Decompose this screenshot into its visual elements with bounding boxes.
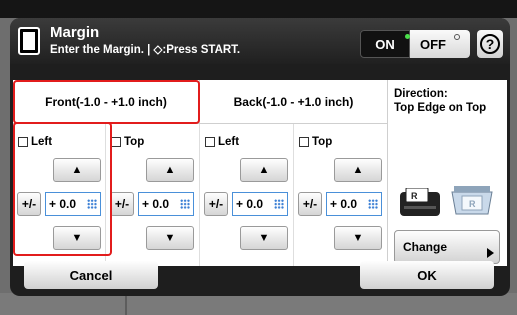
front-left-value: + 0.0 xyxy=(49,197,77,211)
front-top-down-button[interactable]: ▼ xyxy=(146,226,194,250)
margin-dialog: Margin Enter the Margin. | ◇:Press START… xyxy=(10,18,510,296)
dialog-header: Margin Enter the Margin. | ◇:Press START… xyxy=(10,18,510,64)
front-left-label: Left xyxy=(31,136,53,148)
change-label: Change xyxy=(403,240,448,254)
ok-button[interactable]: OK xyxy=(360,261,494,289)
back-left-value-field[interactable]: + 0.0 xyxy=(232,192,288,216)
front-left-up-button[interactable]: ▲ xyxy=(53,158,101,182)
up-arrow-icon: ▲ xyxy=(352,164,364,176)
back-left-plus-minus-button[interactable]: +/- xyxy=(204,192,228,216)
cancel-button[interactable]: Cancel xyxy=(24,261,158,289)
front-top-checkbox[interactable] xyxy=(111,137,121,147)
direction-title: Direction: xyxy=(394,88,448,100)
plus-minus-icon: +/- xyxy=(21,197,37,211)
scanner-icon: R xyxy=(451,186,493,215)
front-left-value-field[interactable]: + 0.0 xyxy=(45,192,101,216)
front-top-column: Top ▲ +/- + 0.0 ▼ xyxy=(105,124,199,266)
direction-label: Direction: Top Edge on Top xyxy=(394,87,486,115)
front-top-label: Top xyxy=(124,136,145,148)
tab-front[interactable]: Front(-1.0 - +1.0 inch) xyxy=(13,80,199,124)
front-left-column: Left ▲ +/- + 0.0 ▼ xyxy=(13,124,105,266)
printer-icon: R xyxy=(400,188,440,216)
keypad-icon[interactable] xyxy=(87,199,97,209)
direction-panel: Direction: Top Edge on Top R R Change xyxy=(387,80,507,266)
back-left-column: Left ▲ +/- + 0.0 ▼ xyxy=(199,124,293,266)
back-left-label: Left xyxy=(218,136,240,148)
off-indicator-icon xyxy=(454,34,460,40)
toggle-off-button[interactable]: OFF xyxy=(410,30,470,58)
help-icon: ? xyxy=(480,34,500,54)
keypad-icon[interactable] xyxy=(180,199,190,209)
toggle-on-button[interactable]: ON xyxy=(360,30,410,58)
back-top-checkbox[interactable] xyxy=(299,137,309,147)
back-top-plus-minus-button[interactable]: +/- xyxy=(298,192,322,216)
front-left-down-button[interactable]: ▼ xyxy=(53,226,101,250)
page-icon xyxy=(18,27,40,55)
up-arrow-icon: ▲ xyxy=(164,164,176,176)
back-top-value: + 0.0 xyxy=(330,197,358,211)
arrow-right-icon xyxy=(487,248,494,258)
front-top-plus-minus-button[interactable]: +/- xyxy=(110,192,134,216)
back-top-column: Top ▲ +/- + 0.0 ▼ xyxy=(293,124,387,266)
bottom-background xyxy=(0,293,517,315)
back-left-down-button[interactable]: ▼ xyxy=(240,226,288,250)
top-background xyxy=(0,0,517,18)
keypad-icon[interactable] xyxy=(274,199,284,209)
back-left-up-button[interactable]: ▲ xyxy=(240,158,288,182)
back-left-value: + 0.0 xyxy=(236,197,264,211)
keypad-icon[interactable] xyxy=(368,199,378,209)
front-top-value: + 0.0 xyxy=(142,197,170,211)
back-top-up-button[interactable]: ▲ xyxy=(334,158,382,182)
plus-minus-icon: +/- xyxy=(114,197,130,211)
back-top-down-button[interactable]: ▼ xyxy=(334,226,382,250)
down-arrow-icon: ▼ xyxy=(352,232,364,244)
plus-minus-icon: +/- xyxy=(302,197,318,211)
change-direction-button[interactable]: Change xyxy=(394,230,500,264)
tab-back[interactable]: Back(-1.0 - +1.0 inch) xyxy=(199,80,387,124)
dialog-title: Margin xyxy=(50,24,100,41)
plus-minus-icon: +/- xyxy=(208,197,224,211)
margin-settings: Front(-1.0 - +1.0 inch) Back(-1.0 - +1.0… xyxy=(13,80,507,266)
dialog-instruction: Enter the Margin. | ◇:Press START. xyxy=(50,44,241,56)
background-divider xyxy=(125,295,127,315)
help-button[interactable]: ? xyxy=(477,30,503,58)
up-arrow-icon: ▲ xyxy=(71,164,83,176)
down-arrow-icon: ▼ xyxy=(258,232,270,244)
direction-value: Top Edge on Top xyxy=(394,102,487,114)
on-off-toggle[interactable]: ON OFF xyxy=(360,30,470,58)
down-arrow-icon: ▼ xyxy=(164,232,176,244)
back-top-value-field[interactable]: + 0.0 xyxy=(326,192,382,216)
down-arrow-icon: ▼ xyxy=(71,232,83,244)
back-left-checkbox[interactable] xyxy=(205,137,215,147)
back-top-label: Top xyxy=(312,136,333,148)
front-top-value-field[interactable]: + 0.0 xyxy=(138,192,194,216)
scanner-glyph: R xyxy=(469,199,476,209)
up-arrow-icon: ▲ xyxy=(258,164,270,176)
front-left-plus-minus-button[interactable]: +/- xyxy=(17,192,41,216)
front-top-up-button[interactable]: ▲ xyxy=(146,158,194,182)
front-left-checkbox[interactable] xyxy=(18,137,28,147)
printer-glyph: R xyxy=(411,191,418,201)
